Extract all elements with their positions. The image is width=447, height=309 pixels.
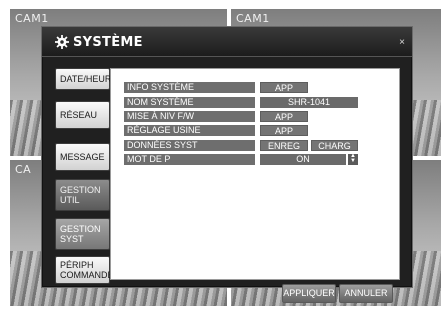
row-info-systeme: INFO SYSTÈME APP xyxy=(124,82,394,93)
sidebar-item-label: RÉSEAU xyxy=(60,110,98,120)
gear-icon xyxy=(55,35,69,49)
row-label: NOM SYSTÈME xyxy=(124,97,255,108)
row-nom-systeme: NOM SYSTÈME SHR-1041 xyxy=(124,97,394,108)
apply-button[interactable]: APPLIQUER xyxy=(282,284,336,303)
row-mise-a-niv: MISE À NIV F/W APP xyxy=(124,111,394,122)
password-toggle-value[interactable]: ON xyxy=(260,154,346,165)
row-label: MOT DE P xyxy=(124,154,255,165)
sidebar-item-date-heure[interactable]: DATE/HEURE xyxy=(55,68,117,90)
row-reglage-usine: RÉGLAGE USINE APP xyxy=(124,125,394,136)
sidebar-item-message[interactable]: MESSAGE xyxy=(55,143,110,171)
camera-label: CA xyxy=(15,163,32,176)
row-mot-de-p: MOT DE P ON ▲ ▼ xyxy=(124,153,394,165)
sidebar-item-label: DATE/HEURE xyxy=(60,74,118,84)
row-label: RÉGLAGE USINE xyxy=(124,125,255,136)
chevron-down-icon: ▼ xyxy=(350,158,356,164)
cancel-button[interactable]: ANNULER xyxy=(339,284,393,303)
sidebar-item-label: MESSAGE xyxy=(60,152,105,162)
save-data-button[interactable]: ENREG xyxy=(260,140,308,151)
sidebar-item-gestion-syst[interactable]: GESTION SYST xyxy=(55,218,110,250)
info-systeme-app-button[interactable]: APP xyxy=(260,82,308,93)
row-donnees-syst: DONNÉES SYST ENREG CHARG xyxy=(124,140,394,151)
sidebar-item-gestion-util[interactable]: GESTION UTIL xyxy=(55,179,110,211)
sidebar-item-reseau[interactable]: RÉSEAU xyxy=(55,101,110,129)
sidebar-item-label: GESTION SYST xyxy=(60,224,101,244)
firmware-upgrade-button[interactable]: APP xyxy=(260,111,308,122)
camera-label: CAM1 xyxy=(236,12,270,25)
dialog-title: SYSTÈME xyxy=(73,35,143,50)
sidebar-item-periph-commande[interactable]: PÉRIPH COMMANDE xyxy=(55,256,114,284)
settings-panel: INFO SYSTÈME APP NOM SYSTÈME SHR-1041 MI… xyxy=(110,68,400,280)
load-data-button[interactable]: CHARG xyxy=(311,140,358,151)
sidebar-item-label: GESTION UTIL xyxy=(60,185,101,205)
sidebar-item-label: PÉRIPH COMMANDE xyxy=(60,260,114,280)
factory-reset-button[interactable]: APP xyxy=(260,125,308,136)
system-name-field[interactable]: SHR-1041 xyxy=(260,97,358,108)
system-dialog: SYSTÈME × DATE/HEURE RÉSEAU MESSAGE GEST… xyxy=(41,26,413,303)
row-label: MISE À NIV F/W xyxy=(124,111,255,122)
close-icon: × xyxy=(399,37,405,48)
dialog-title-bar: SYSTÈME × xyxy=(42,27,412,57)
camera-label: CAM1 xyxy=(15,12,49,25)
row-label: DONNÉES SYST xyxy=(124,140,255,151)
row-label: INFO SYSTÈME xyxy=(124,82,255,93)
close-button[interactable]: × xyxy=(396,37,408,48)
password-stepper[interactable]: ▲ ▼ xyxy=(348,153,358,165)
